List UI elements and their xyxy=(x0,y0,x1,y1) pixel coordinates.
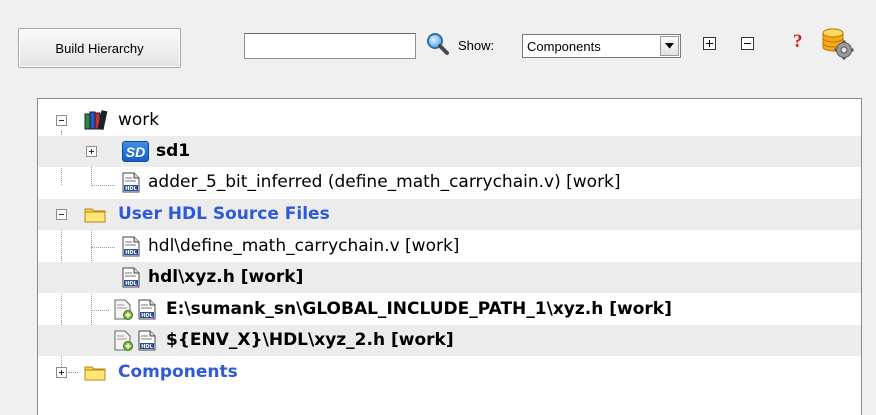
expand-icon[interactable] xyxy=(86,146,97,157)
collapse-icon[interactable] xyxy=(56,115,67,126)
tree-item-label: sd1 xyxy=(156,141,191,161)
collapse-icon[interactable] xyxy=(56,209,67,220)
tree-item-file[interactable]: HDL hdl\define_math_carrychain.v [work] xyxy=(38,231,861,262)
tree-item-file[interactable]: HDL hdl\xyz.h [work] xyxy=(38,262,861,293)
show-select[interactable]: Components xyxy=(522,34,681,58)
hdl-file-icon: HDL xyxy=(122,172,140,193)
hdl-file-icon: HDL xyxy=(138,330,156,351)
sd-icon: SD xyxy=(122,141,149,162)
svg-text:HDL: HDL xyxy=(141,313,153,319)
help-icon[interactable]: ? xyxy=(793,31,803,53)
tree-item-file[interactable]: HDL ${ENV_X}\HDL\xyz_2.h [work] xyxy=(38,325,861,356)
expand-all-icon[interactable] xyxy=(703,37,716,50)
folder-icon xyxy=(84,208,106,223)
hdl-file-icon: HDL xyxy=(122,236,140,257)
tree-item-user-hdl-source-files[interactable]: User HDL Source Files xyxy=(38,199,861,230)
tree-item-adder[interactable]: HDL adder_5_bit_inferred (define_math_ca… xyxy=(38,167,861,198)
tree-item-work[interactable]: work xyxy=(38,105,861,136)
tree-item-label: E:\sumank_sn\GLOBAL_INCLUDE_PATH_1\xyz.h… xyxy=(166,299,672,319)
linked-file-icon xyxy=(114,330,133,351)
hdl-file-icon: HDL xyxy=(122,267,140,288)
linked-file-icon xyxy=(114,299,133,320)
svg-text:HDL: HDL xyxy=(125,250,137,256)
hdl-file-icon: HDL xyxy=(138,299,156,320)
expand-icon[interactable] xyxy=(56,367,67,378)
tree-item-label: hdl\define_math_carrychain.v [work] xyxy=(148,236,460,256)
hierarchy-tree[interactable]: work SD sd1 HDL adder_5_bit_inferred (de… xyxy=(37,98,862,415)
tree-item-label: adder_5_bit_inferred (define_math_carryc… xyxy=(148,172,621,192)
tree-item-label: Components xyxy=(118,362,238,382)
tree-item-components[interactable]: Components xyxy=(38,357,861,388)
collapse-all-icon[interactable] xyxy=(741,37,754,50)
library-books-icon xyxy=(84,110,108,130)
chevron-down-icon[interactable] xyxy=(660,36,679,56)
folder-icon xyxy=(84,366,106,381)
svg-text:HDL: HDL xyxy=(125,281,137,287)
svg-text:HDL: HDL xyxy=(141,344,153,350)
tree-item-sd1[interactable]: SD sd1 xyxy=(38,136,861,167)
tree-item-label: User HDL Source Files xyxy=(118,204,330,224)
show-label: Show: xyxy=(458,38,495,53)
svg-text:HDL: HDL xyxy=(125,186,137,192)
database-settings-icon[interactable] xyxy=(820,26,854,60)
search-input[interactable] xyxy=(244,33,416,59)
tree-item-label: ${ENV_X}\HDL\xyz_2.h [work] xyxy=(166,330,454,350)
search-icon[interactable] xyxy=(425,31,451,57)
tree-item-file[interactable]: HDL E:\sumank_sn\GLOBAL_INCLUDE_PATH_1\x… xyxy=(38,294,861,325)
build-hierarchy-button[interactable]: Build Hierarchy xyxy=(18,28,181,68)
tree-item-label: hdl\xyz.h [work] xyxy=(148,267,304,287)
show-select-value: Components xyxy=(527,39,601,54)
tree-item-label: work xyxy=(118,110,160,130)
